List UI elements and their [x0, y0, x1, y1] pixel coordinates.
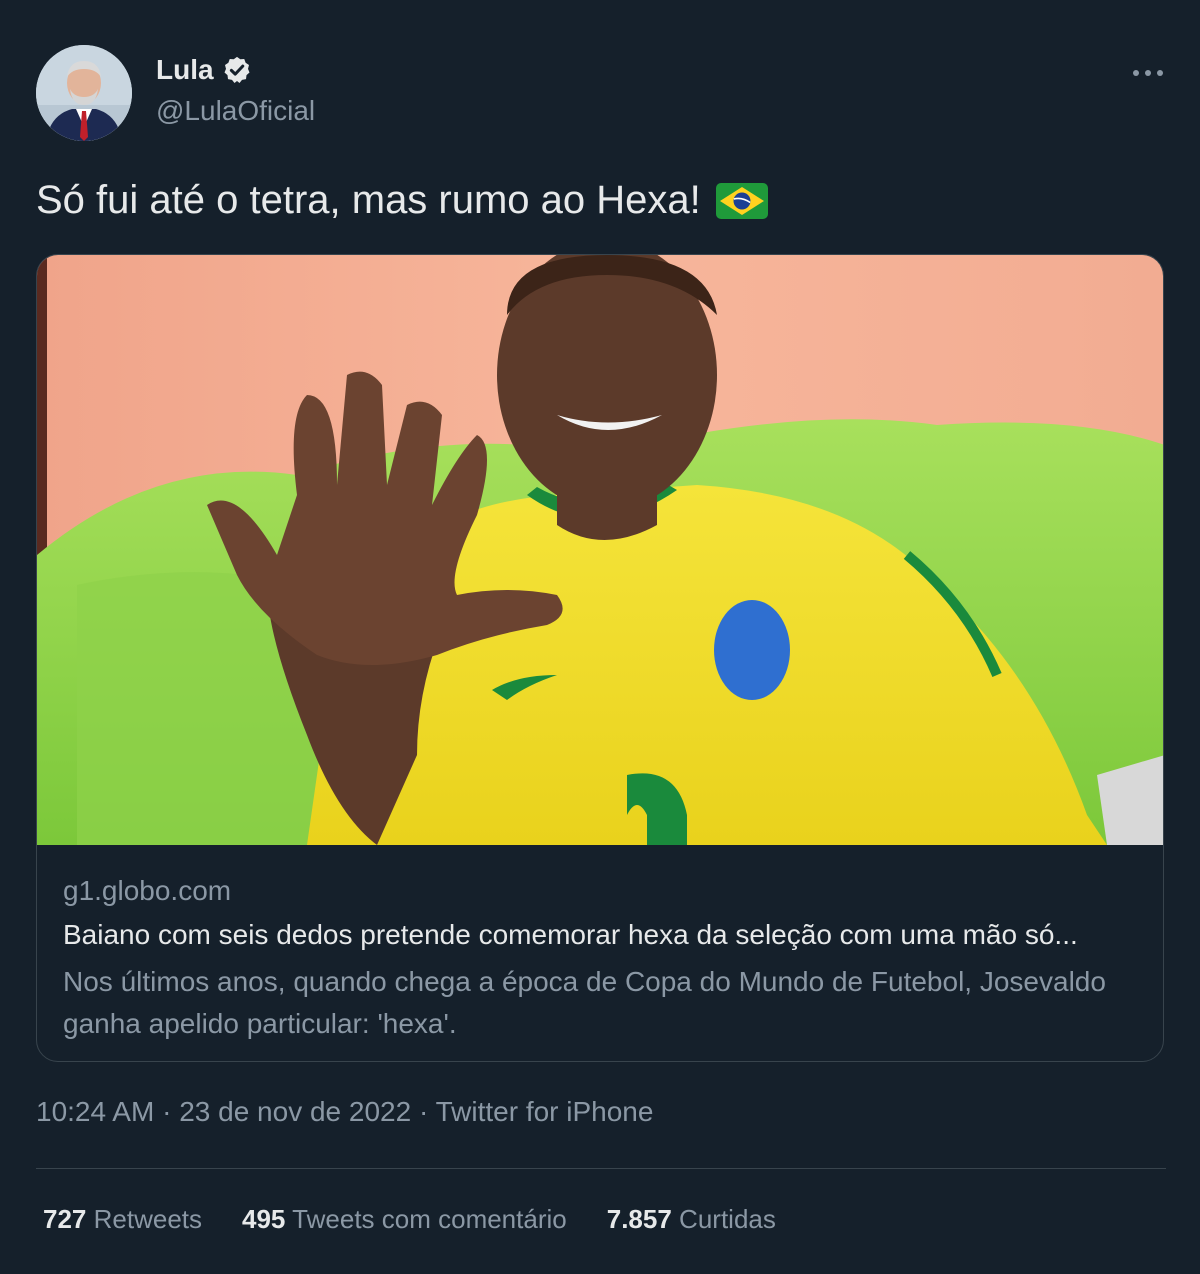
brazil-flag-icon	[715, 182, 768, 219]
retweets-label: Retweets	[93, 1204, 203, 1234]
quote-tweets-count: 495	[242, 1204, 286, 1234]
author-name-text: Lula	[156, 54, 214, 85]
avatar-photo-icon	[36, 45, 132, 141]
meta-separator: ·	[162, 1096, 172, 1127]
tweet-stats: 727 Retweets 495 Tweets com comentário 7…	[43, 1204, 776, 1235]
more-dots-icon	[1133, 70, 1163, 76]
likes-label: Curtidas	[679, 1204, 776, 1234]
tweet-date[interactable]: 23 de nov de 2022	[179, 1096, 411, 1127]
likes-stat[interactable]: 7.857 Curtidas	[607, 1204, 776, 1235]
quote-tweets-label: Tweets com comentário	[292, 1204, 567, 1234]
divider	[36, 1168, 1166, 1169]
card-image[interactable]	[37, 255, 1163, 845]
verified-badge-icon	[224, 56, 250, 83]
card-title: Baiano com seis dedos pretende comemorar…	[63, 919, 1078, 950]
retweets-count: 727	[43, 1204, 87, 1234]
author-name[interactable]: Lula	[156, 54, 252, 86]
card-description: Nos últimos anos, quando chega a época d…	[63, 966, 1106, 1039]
tweet-container: Lula @LulaOficial Só fui até o tetra, ma…	[0, 0, 1200, 1274]
more-options-button[interactable]	[1126, 58, 1170, 88]
tweet-time[interactable]: 10:24 AM	[36, 1096, 154, 1127]
author-handle[interactable]: @LulaOficial	[156, 95, 315, 127]
tweet-source[interactable]: Twitter for iPhone	[436, 1096, 654, 1127]
meta-separator: ·	[418, 1096, 429, 1127]
retweets-stat[interactable]: 727 Retweets	[43, 1204, 202, 1235]
quote-tweets-stat[interactable]: 495 Tweets com comentário	[242, 1204, 567, 1235]
likes-count: 7.857	[606, 1204, 672, 1234]
tweet-metadata: 10:24 AM · 23 de nov de 2022 · Twitter f…	[36, 1096, 653, 1128]
author-avatar[interactable]	[36, 45, 132, 141]
link-card[interactable]: g1.globo.com Baiano com seis dedos prete…	[36, 254, 1164, 1062]
tweet-text: Só fui até o tetra, mas rumo ao Hexa!	[36, 178, 769, 223]
card-domain: g1.globo.com	[63, 875, 232, 906]
tweet-text-content: Só fui até o tetra, mas rumo ao Hexa!	[36, 178, 701, 222]
card-photo-icon	[37, 255, 1163, 845]
